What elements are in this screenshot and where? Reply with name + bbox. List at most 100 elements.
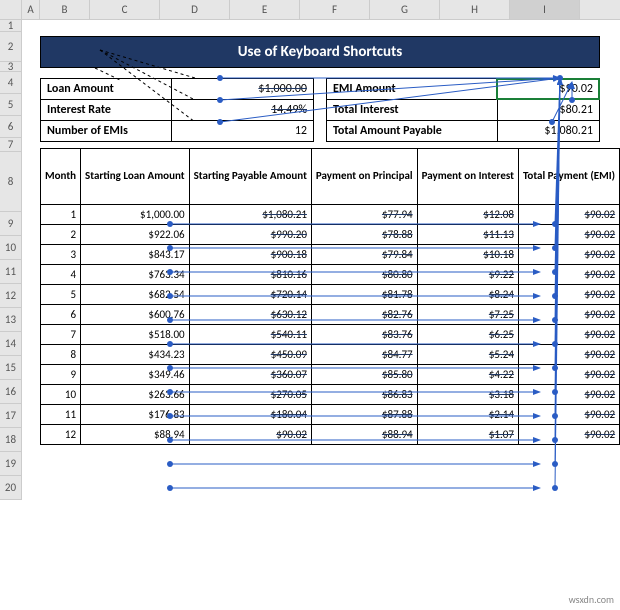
cell-spa[interactable]: $810.16 xyxy=(189,265,311,285)
col-D[interactable]: D xyxy=(160,0,230,19)
cell-month[interactable]: 1 xyxy=(41,205,81,225)
cell-poi[interactable]: $4.22 xyxy=(417,365,518,385)
col-F[interactable]: F xyxy=(300,0,370,19)
cell-pop[interactable]: $83.76 xyxy=(311,325,417,345)
cell-tpe[interactable]: $90.02 xyxy=(518,405,619,425)
cell-spa[interactable]: $900.18 xyxy=(189,245,311,265)
cell-tpe[interactable]: $90.02 xyxy=(518,305,619,325)
table-row[interactable]: 5$682.54$720.14$81.78$8.24$90.02$ 600.76… xyxy=(41,285,620,305)
cell-poi[interactable]: $9.22 xyxy=(417,265,518,285)
cell-pop[interactable]: $82.76 xyxy=(311,305,417,325)
row-headers[interactable]: 1 2 3 4 5 6 7 8 9 10 11 12 13 14 15 16 1… xyxy=(0,20,22,500)
cell-poi[interactable]: $2.14 xyxy=(417,405,518,425)
cell-spa[interactable]: $90.02 xyxy=(189,425,311,445)
row-20[interactable]: 20 xyxy=(0,476,22,500)
cell-poi[interactable]: $8.24 xyxy=(417,285,518,305)
row-10[interactable]: 10 xyxy=(0,236,22,260)
row-8[interactable]: 8 xyxy=(0,152,22,212)
row-19[interactable]: 19 xyxy=(0,452,22,476)
table-row[interactable]: 3$843.17$900.18$79.84$10.18$90.02$ 763.3… xyxy=(41,245,620,265)
cell-poi[interactable]: $3.18 xyxy=(417,385,518,405)
row-2[interactable]: 2 xyxy=(0,32,22,62)
cell-tpe[interactable]: $90.02 xyxy=(518,245,619,265)
cell-month[interactable]: 9 xyxy=(41,365,81,385)
cell-spa[interactable]: $1,080.21 xyxy=(189,205,311,225)
table-row[interactable]: 6$600.76$630.12$82.76$7.25$90.02$ 518.00… xyxy=(41,305,620,325)
table-row[interactable]: 11$176.83$180.04$87.88$2.14$90.02$ 88.94… xyxy=(41,405,620,425)
cell-sla[interactable]: $176.83 xyxy=(81,405,190,425)
cell-pop[interactable]: $88.94 xyxy=(311,425,417,445)
table-row[interactable]: 1$1,000.00$1,080.21$77.94$12.08$90.02$ 9… xyxy=(41,205,620,225)
cell-month[interactable]: 4 xyxy=(41,265,81,285)
col-I[interactable]: I xyxy=(510,0,580,19)
cell-sla[interactable]: $763.34 xyxy=(81,265,190,285)
cell-sla[interactable]: $263.66 xyxy=(81,385,190,405)
col-G[interactable]: G xyxy=(370,0,440,19)
cell-poi[interactable]: $1.07 xyxy=(417,425,518,445)
cell-month[interactable]: 8 xyxy=(41,345,81,365)
cell-tpe[interactable]: $90.02 xyxy=(518,365,619,385)
cell-poi[interactable]: $12.08 xyxy=(417,205,518,225)
cell-sla[interactable]: $922.06 xyxy=(81,225,190,245)
table-row[interactable]: 2$922.06$990.20$78.88$11.13$90.02$ 843.1… xyxy=(41,225,620,245)
emi-amount-value[interactable]: $90.02 xyxy=(497,79,599,99)
cell-sla[interactable]: $1,000.00 xyxy=(81,205,190,225)
table-row[interactable]: 4$763.34$810.16$80.80$9.22$90.02$ 682.54… xyxy=(41,265,620,285)
cell-sla[interactable]: $843.17 xyxy=(81,245,190,265)
cell-tpe[interactable]: $90.02 xyxy=(518,425,619,445)
table-row[interactable]: 9$349.46$360.07$85.80$4.22$90.02$ 263.66… xyxy=(41,365,620,385)
table-row[interactable]: 8$434.23$450.09$84.77$5.24$90.02$ 349.46… xyxy=(41,345,620,365)
cell-spa[interactable]: $180.04 xyxy=(189,405,311,425)
cell-spa[interactable]: $450.09 xyxy=(189,345,311,365)
row-11[interactable]: 11 xyxy=(0,260,22,284)
row-6[interactable]: 6 xyxy=(0,116,22,138)
row-7[interactable]: 7 xyxy=(0,138,22,152)
cell-spa[interactable]: $540.11 xyxy=(189,325,311,345)
row-12[interactable]: 12 xyxy=(0,284,22,308)
row-17[interactable]: 17 xyxy=(0,404,22,428)
cell-pop[interactable]: $79.84 xyxy=(311,245,417,265)
loan-amount-value[interactable]: $1,000.00 xyxy=(171,79,313,99)
cell-month[interactable]: 3 xyxy=(41,245,81,265)
cell-pop[interactable]: $78.88 xyxy=(311,225,417,245)
table-row[interactable]: 7$518.00$540.11$83.76$6.25$90.02$ 434.23… xyxy=(41,325,620,345)
cell-tpe[interactable]: $90.02 xyxy=(518,205,619,225)
cell-pop[interactable]: $85.80 xyxy=(311,365,417,385)
column-headers[interactable]: A B C D E F G H I xyxy=(0,0,620,20)
cell-spa[interactable]: $630.12 xyxy=(189,305,311,325)
total-payable-value[interactable]: $1,080.21 xyxy=(497,121,599,141)
cell-spa[interactable]: $990.20 xyxy=(189,225,311,245)
cell-month[interactable]: 7 xyxy=(41,325,81,345)
cell-tpe[interactable]: $90.02 xyxy=(518,225,619,245)
row-1[interactable]: 1 xyxy=(0,20,22,32)
cell-poi[interactable]: $7.25 xyxy=(417,305,518,325)
cell-sla[interactable]: $349.46 xyxy=(81,365,190,385)
table-row[interactable]: 12$88.94$90.02$88.94$1.07$90.02$ 0.00$0.… xyxy=(41,425,620,445)
cell-poi[interactable]: $6.25 xyxy=(417,325,518,345)
row-3[interactable]: 3 xyxy=(0,62,22,72)
cell-pop[interactable]: $77.94 xyxy=(311,205,417,225)
num-emis-value[interactable]: 12 xyxy=(171,121,313,141)
cell-pop[interactable]: $86.83 xyxy=(311,385,417,405)
row-15[interactable]: 15 xyxy=(0,356,22,380)
row-18[interactable]: 18 xyxy=(0,428,22,452)
cell-sla[interactable]: $434.23 xyxy=(81,345,190,365)
col-E[interactable]: E xyxy=(230,0,300,19)
cell-spa[interactable]: $270.05 xyxy=(189,385,311,405)
cell-pop[interactable]: $87.88 xyxy=(311,405,417,425)
cell-pop[interactable]: $81.78 xyxy=(311,285,417,305)
row-9[interactable]: 9 xyxy=(0,212,22,236)
col-H[interactable]: H xyxy=(440,0,510,19)
cell-sla[interactable]: $518.00 xyxy=(81,325,190,345)
row-5[interactable]: 5 xyxy=(0,94,22,116)
cell-pop[interactable]: $80.80 xyxy=(311,265,417,285)
cell-tpe[interactable]: $90.02 xyxy=(518,285,619,305)
cell-sla[interactable]: $600.76 xyxy=(81,305,190,325)
interest-rate-value[interactable]: 14.49% xyxy=(171,100,313,120)
row-4[interactable]: 4 xyxy=(0,72,22,94)
cell-spa[interactable]: $360.07 xyxy=(189,365,311,385)
cell-month[interactable]: 6 xyxy=(41,305,81,325)
col-B[interactable]: B xyxy=(40,0,90,19)
cell-sla[interactable]: $88.94 xyxy=(81,425,190,445)
table-row[interactable]: 10$263.66$270.05$86.83$3.18$90.02$ 176.8… xyxy=(41,385,620,405)
